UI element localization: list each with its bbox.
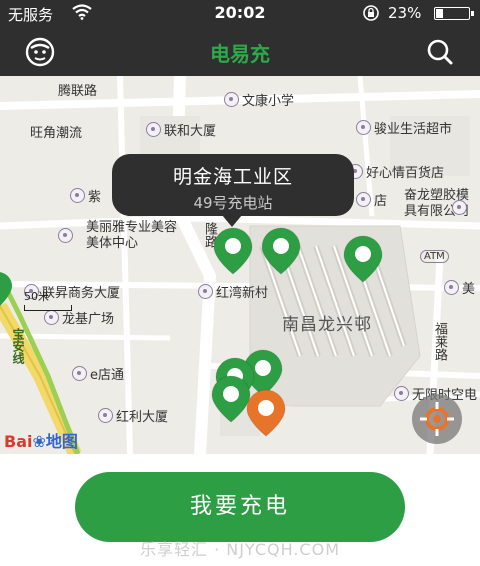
locate-button[interactable] — [412, 394, 462, 444]
station-callout[interactable]: 明金海工业区 49号充电站 — [112, 154, 354, 227]
poi-marker-icon — [394, 386, 409, 401]
poi-marker-icon — [70, 188, 85, 203]
charging-station-pin[interactable] — [245, 388, 287, 438]
status-bar: 无服务 20:02 23% — [0, 0, 480, 26]
station-name: 明金海工业区 — [172, 166, 293, 188]
poi-tenglian-road: 腾联路 — [58, 84, 98, 99]
poi-fulai-road: 福莱路 — [432, 322, 447, 361]
map-view[interactable]: 腾联路 文康小学 旺角潮流 联和大厦 骏业生活超市 好心情百货店 紫 店 奋龙塑… — [0, 76, 480, 454]
charging-station-pin[interactable] — [342, 234, 384, 284]
battery-percent: 23% — [388, 4, 422, 22]
poi-e-diantong[interactable]: e店通 — [72, 364, 124, 383]
poi-hongli[interactable]: 红利大厦 — [98, 406, 168, 425]
battery-icon — [434, 7, 474, 20]
charging-station-pin[interactable] — [212, 226, 254, 276]
poi-hongwan[interactable]: 红湾新村 — [198, 282, 268, 301]
map-pin-partial[interactable] — [0, 270, 14, 310]
baidu-paw-icon: ❀ — [32, 432, 46, 451]
poi-atm[interactable]: ATM — [420, 250, 449, 263]
poi-haoxinqing[interactable]: 好心情百货店 — [348, 162, 444, 181]
watermark: 乐享轻汇 · NJYCQH.COM — [139, 540, 341, 559]
poi-meiliya: 美丽雅专业美容美体中心 — [86, 220, 178, 251]
poi-marker-icon — [356, 192, 371, 207]
poi-marker-icon — [198, 284, 213, 299]
poi-marker-icon — [224, 92, 239, 107]
poi-marker-icon — [58, 228, 73, 243]
poi-marker-icon — [452, 200, 467, 215]
poi-nanchang-longxing: 南昌龙兴邨 — [282, 315, 372, 335]
search-icon[interactable] — [424, 36, 456, 68]
poi-mei-partial[interactable]: 美 — [444, 278, 475, 297]
locate-icon — [420, 402, 454, 436]
poi-dian-partial[interactable]: 店 — [356, 190, 387, 209]
poi-wangjiao: 旺角潮流 — [30, 126, 83, 141]
app-title: 电易充 — [210, 42, 270, 66]
poi-marker-icon — [444, 280, 459, 295]
charging-station-pin[interactable] — [260, 226, 302, 276]
station-subtitle: 49号充电站 — [193, 194, 273, 212]
poi-lianhe-building[interactable]: 联和大厦 — [146, 120, 216, 139]
poi-meiliya-marker[interactable] — [58, 228, 76, 243]
poi-marker-icon — [356, 120, 371, 135]
poi-fenlong-marker[interactable] — [452, 200, 470, 215]
poi-zi-partial[interactable]: 紫 — [70, 186, 101, 205]
nav-bar: 电易充 — [0, 26, 480, 76]
orientation-lock-icon — [362, 4, 380, 26]
poi-marker-icon — [44, 310, 59, 325]
poi-marker-icon — [72, 366, 87, 381]
start-charging-button[interactable]: 我要充电 — [75, 472, 405, 542]
poi-junye-supermarket[interactable]: 骏业生活超市 — [356, 118, 452, 137]
baidu-map-logo: Bai❀地图 — [4, 432, 78, 451]
map-scale: 50米 — [24, 288, 72, 311]
poi-wenkang-school[interactable]: 文康小学 — [224, 90, 294, 109]
poi-marker-icon — [146, 122, 161, 137]
metro-line-label: 宝安线 — [11, 328, 25, 364]
poi-marker-icon — [98, 408, 113, 423]
